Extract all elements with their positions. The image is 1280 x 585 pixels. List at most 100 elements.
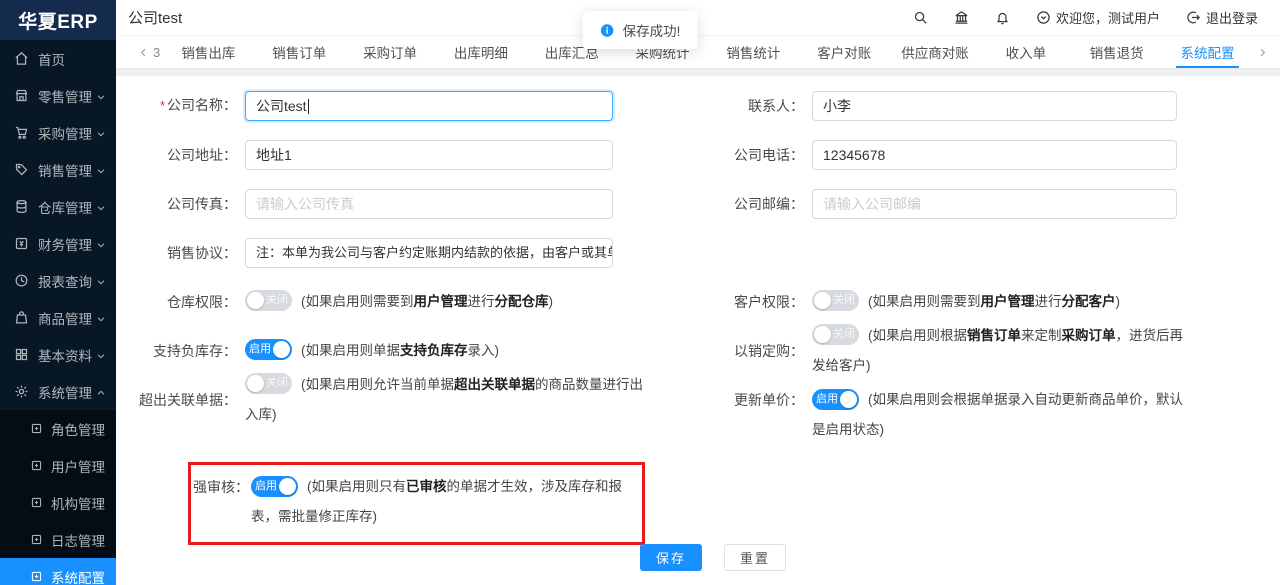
app-logo: 华夏ERP	[0, 0, 116, 40]
shop-icon	[14, 88, 29, 103]
sidebar-item-home[interactable]: 首页	[0, 40, 116, 77]
field-label: 更新单价：	[700, 385, 812, 415]
finance-icon	[14, 236, 29, 251]
form-row: 强审核： 启用(如果启用则只有已审核的单据才生效，涉及库存和报表，需批量修正库存…	[193, 472, 632, 532]
order-by-sale-toggle[interactable]: 关闭	[812, 324, 859, 345]
sidebar-item-basic-data[interactable]: 基本资料	[0, 336, 116, 373]
chevron-right-icon[interactable]	[1253, 36, 1272, 68]
search-icon[interactable]	[913, 10, 928, 25]
square-icon	[30, 533, 43, 546]
sidebar-item-label: 仓库管理	[38, 197, 92, 217]
field-value: 公司test	[256, 98, 307, 114]
tab-system-config[interactable]: 系统配置	[1162, 36, 1253, 68]
form-row: 更新单价： 启用(如果启用则会根据单据录入自动更新商品单价，默认是启用状态)	[700, 375, 1266, 445]
form-row: 公司传真： 请输入公司传真	[130, 179, 655, 228]
hint-segment: 进行	[468, 294, 495, 309]
field-label: 公司邮编：	[700, 189, 812, 219]
user-caret-icon	[1036, 10, 1051, 25]
toggle-knob	[814, 326, 831, 343]
toggle-knob	[247, 375, 264, 392]
required-mark: *	[160, 98, 165, 113]
reset-button[interactable]: 重置	[724, 544, 786, 571]
logout-button[interactable]: 退出登录	[1186, 8, 1258, 27]
sidebar-item-goods[interactable]: 商品管理	[0, 299, 116, 336]
customer-permission-toggle[interactable]: 关闭	[812, 290, 859, 311]
sales-agreement-field[interactable]: 注：本单为我公司与客户约定账期内结款的依据，由客户或其单位员工签字	[245, 238, 613, 268]
sidebar-item-finance[interactable]: 财务管理	[0, 225, 116, 262]
tab-purchase-order[interactable]: 采购订单	[345, 36, 436, 68]
tab-sales-return[interactable]: 销售退货	[1071, 36, 1162, 68]
field-control: 关闭(如果启用则需要到用户管理进行分配客户)	[812, 287, 1184, 317]
sidebar-item-org-mgmt[interactable]: 机构管理	[0, 484, 116, 521]
form-row: 联系人： 小李	[700, 81, 1266, 130]
company-zip-field[interactable]: 请输入公司邮编	[812, 189, 1177, 219]
sidebar-item-label: 商品管理	[38, 308, 92, 328]
company-phone-field[interactable]: 12345678	[812, 140, 1177, 170]
sidebar-item-role-mgmt[interactable]: 角色管理	[0, 410, 116, 447]
tab-sales-stats[interactable]: 销售统计	[708, 36, 799, 68]
hint-segment: 录入)	[468, 343, 500, 358]
update-price-toggle[interactable]: 启用	[812, 389, 859, 410]
company-fax-field[interactable]: 请输入公司传真	[245, 189, 613, 219]
sidebar-item-warehouse[interactable]: 仓库管理	[0, 188, 116, 225]
hint-segment: (如果启用则需要到	[301, 294, 414, 309]
hint-segment-bold: 超出关联单据	[454, 377, 535, 392]
field-control: 启用(如果启用则会根据单据录入自动更新商品单价，默认是启用状态)	[812, 385, 1184, 445]
negative-stock-toggle[interactable]: 启用	[245, 339, 292, 360]
sidebar-item-label: 报表查询	[38, 271, 92, 291]
toggle-label: 关闭	[264, 378, 290, 389]
form-row-spacer	[700, 228, 1266, 277]
tab-outbound-detail[interactable]: 出库明细	[435, 36, 526, 68]
tab-sales-order[interactable]: 销售订单	[254, 36, 345, 68]
page-title: 公司test	[128, 7, 182, 28]
warehouse-permission-toggle[interactable]: 关闭	[245, 290, 292, 311]
tab-supplier-reconciliation[interactable]: 供应商对账	[890, 36, 981, 68]
sidebar-item-log-mgmt[interactable]: 日志管理	[0, 521, 116, 558]
chevron-left-icon[interactable]	[134, 36, 153, 68]
hint-segment-bold: 分配仓库	[495, 294, 549, 309]
chevron-down-icon	[96, 349, 106, 364]
sidebar-item-label: 销售管理	[38, 160, 92, 180]
form-row: 超出关联单据： 关闭(如果启用则允许当前单据超出关联单据的商品数量进行出入库)	[130, 375, 655, 424]
sidebar-item-system[interactable]: 系统管理	[0, 373, 116, 410]
form-row: 仓库权限： 关闭(如果启用则需要到用户管理进行分配仓库)	[130, 277, 655, 326]
field-control: 启用(如果启用则只有已审核的单据才生效，涉及库存和报表，需批量修正库存)	[251, 472, 629, 532]
logout-icon	[1186, 10, 1201, 25]
field-label: *公司名称：	[130, 90, 245, 121]
sidebar-item-retail[interactable]: 零售管理	[0, 77, 116, 114]
user-menu[interactable]: 欢迎您，测试用户	[1036, 8, 1160, 27]
toggle-label: 关闭	[831, 295, 857, 306]
tab-sales-outbound[interactable]: 销售出库	[163, 36, 254, 68]
form-row: 公司邮编： 请输入公司邮编	[700, 179, 1266, 228]
sidebar-item-user-mgmt[interactable]: 用户管理	[0, 447, 116, 484]
sidebar-item-sales[interactable]: 销售管理	[0, 151, 116, 188]
save-button[interactable]: 保存	[640, 544, 702, 571]
field-label: 公司地址：	[130, 140, 245, 170]
chevron-down-icon	[96, 90, 106, 105]
sidebar-item-purchase[interactable]: 采购管理	[0, 114, 116, 151]
toggle-knob	[840, 391, 857, 408]
field-label: 强审核：	[193, 472, 251, 502]
sidebar-item-reports[interactable]: 报表查询	[0, 262, 116, 299]
tab-customer-reconciliation[interactable]: 客户对账	[799, 36, 890, 68]
logout-label: 退出登录	[1206, 8, 1258, 27]
sidebar-item-label: 系统配置	[51, 567, 105, 585]
company-address-field[interactable]: 地址1	[245, 140, 613, 170]
toggle-label: 关闭	[264, 295, 290, 306]
hint-segment: (如果启用则需要到	[868, 294, 981, 309]
company-name-field[interactable]: 公司test	[245, 91, 613, 121]
field-placeholder: 请输入公司传真	[256, 196, 354, 212]
chevron-down-icon	[96, 127, 106, 142]
bank-icon[interactable]	[954, 10, 969, 25]
sidebar-item-label: 采购管理	[38, 123, 92, 143]
force-audit-toggle[interactable]: 启用	[251, 476, 298, 497]
field-label: 仓库权限：	[130, 287, 245, 317]
form-row: 销售协议： 注：本单为我公司与客户约定账期内结款的依据，由客户或其单位员工签字	[130, 228, 655, 277]
sidebar-item-system-config[interactable]: 系统配置	[0, 558, 116, 585]
tab-income-slip[interactable]: 收入单	[980, 36, 1071, 68]
exceed-linked-doc-toggle[interactable]: 关闭	[245, 373, 292, 394]
partial-tab[interactable]: 3	[153, 45, 163, 60]
contact-field[interactable]: 小李	[812, 91, 1177, 121]
bell-icon[interactable]	[995, 10, 1010, 25]
hint-segment: 进行	[1035, 294, 1062, 309]
